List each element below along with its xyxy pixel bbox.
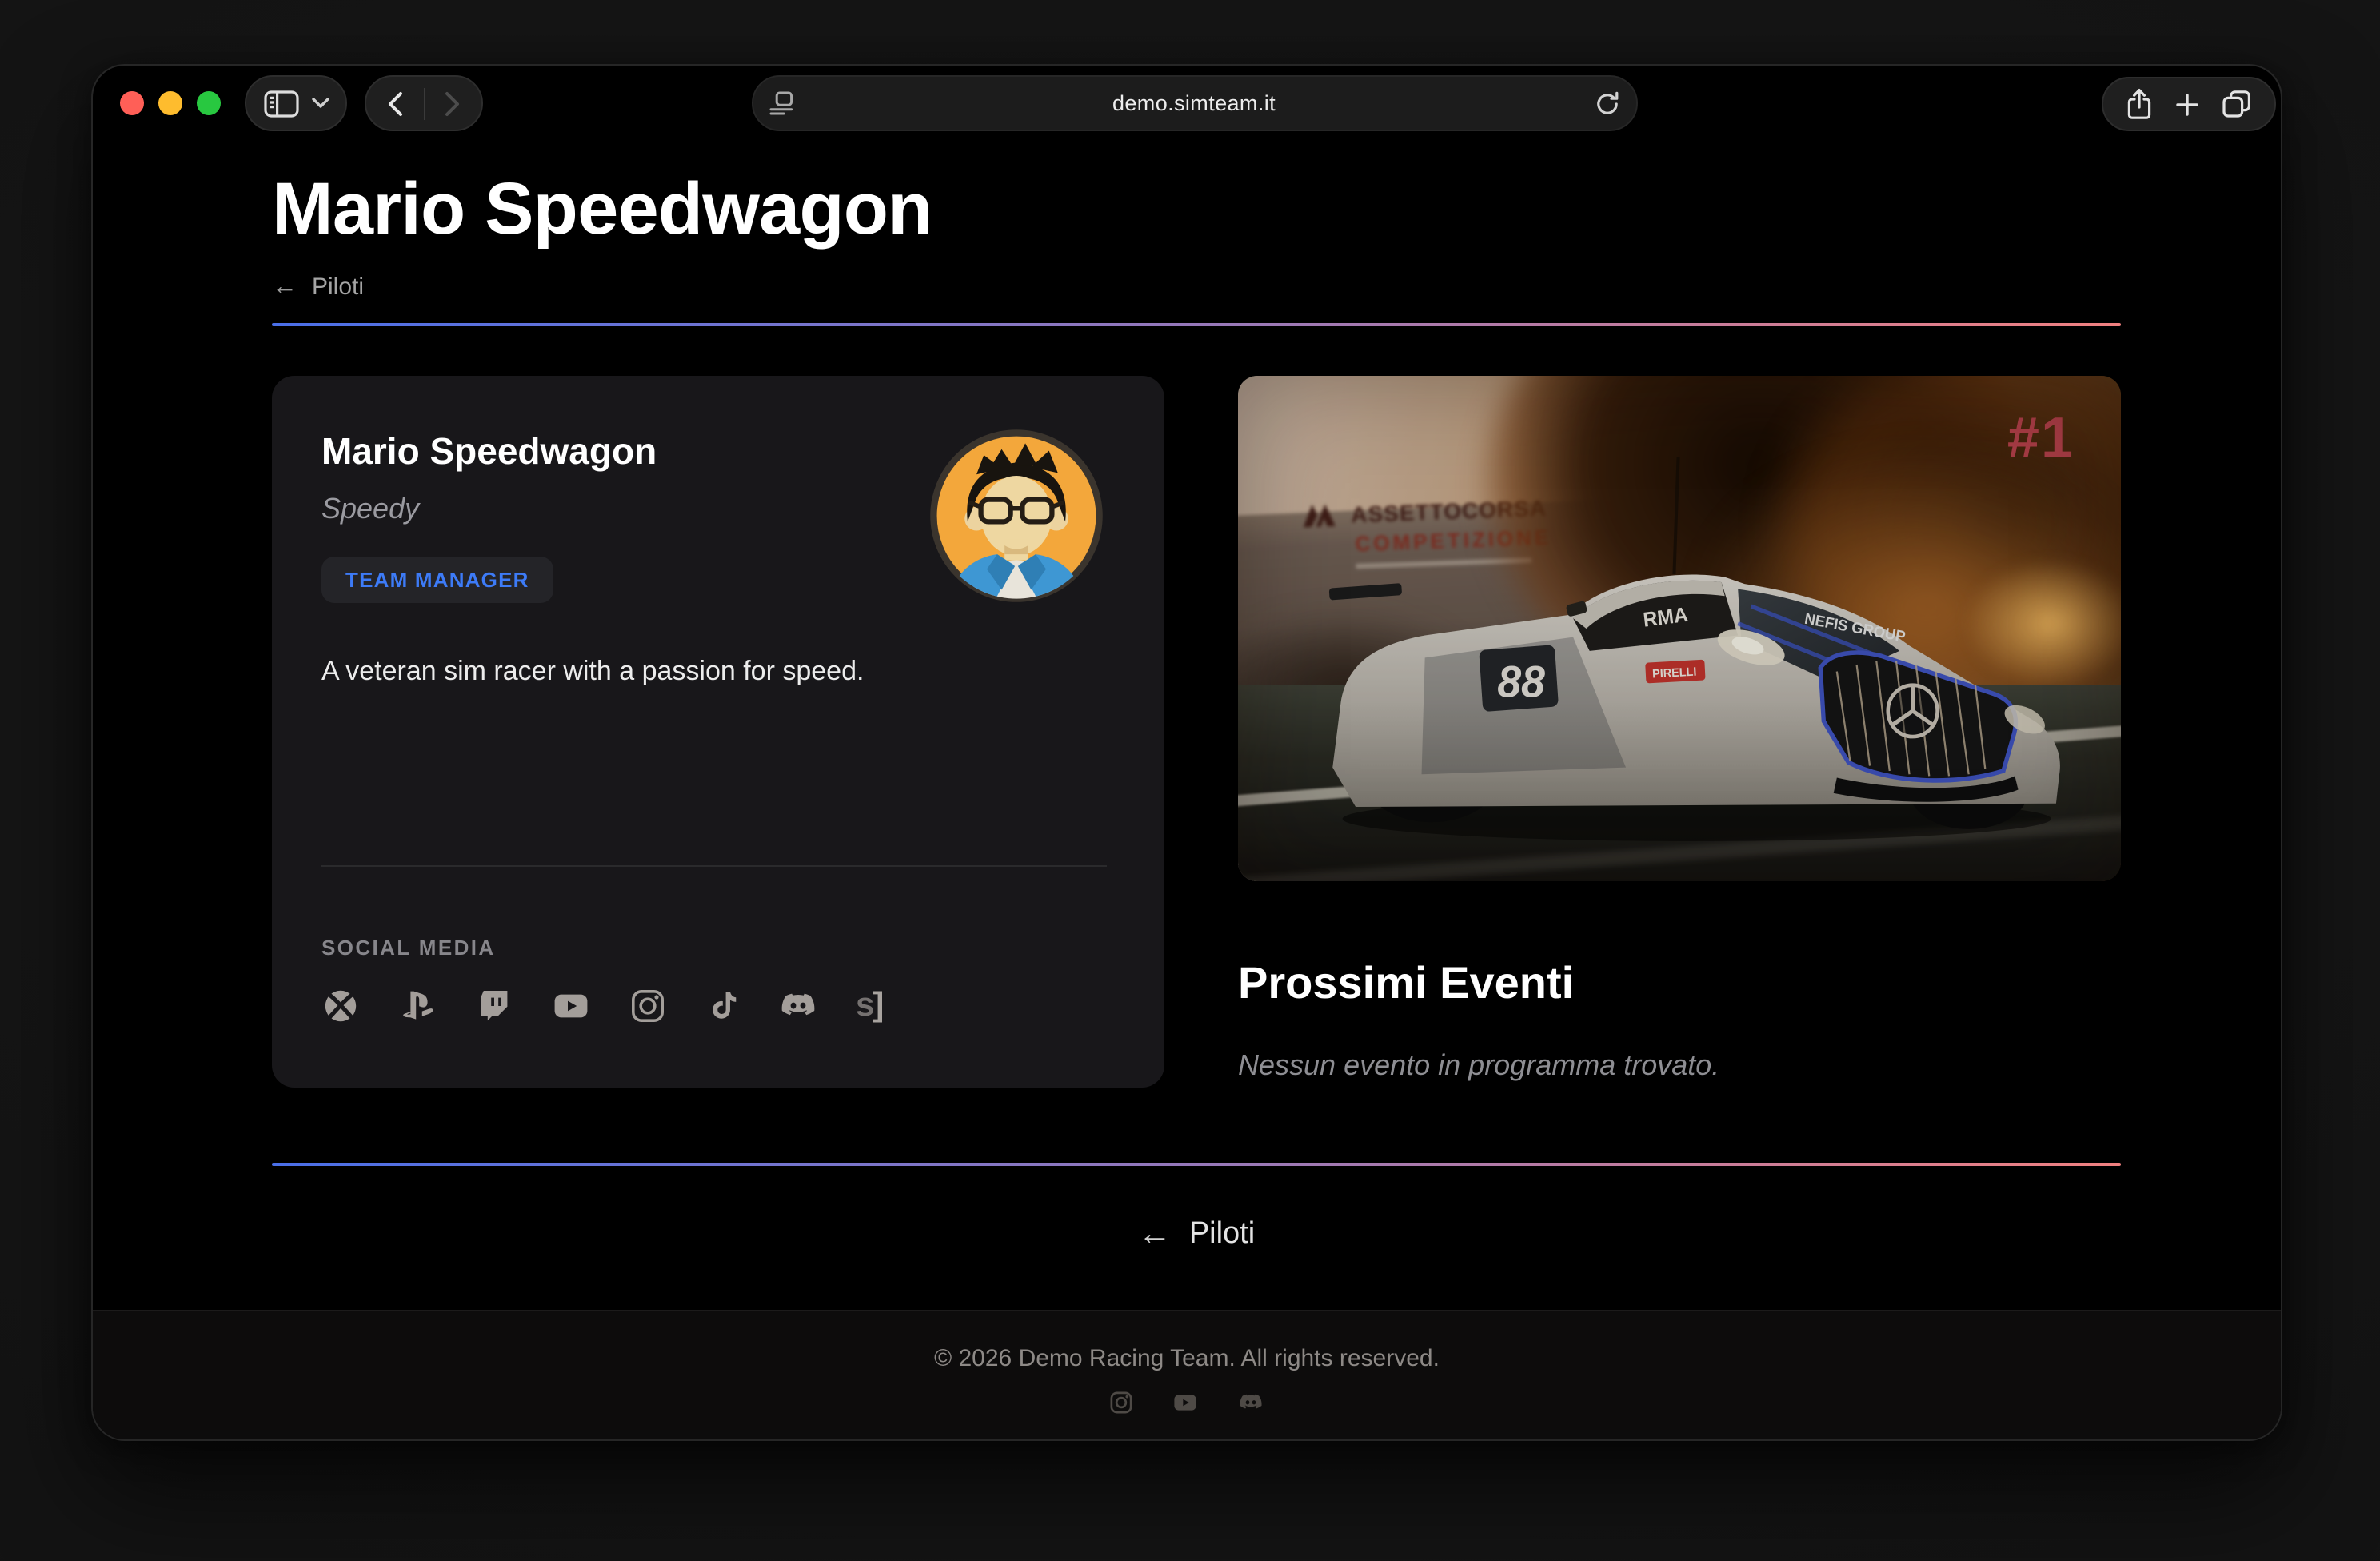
tiktok-icon[interactable] — [704, 987, 741, 1025]
bottom-back-to-piloti-link[interactable]: ← Piloti — [272, 1216, 2121, 1254]
discord-icon[interactable] — [1236, 1390, 1265, 1415]
gradient-divider-bottom — [272, 1163, 2121, 1166]
desktop: demo.simteam.it — [0, 0, 2380, 1561]
page-content: Mario Speedwagon ← Piloti Mario Speedwag… — [272, 66, 2121, 1254]
social-media-heading: SOCIAL MEDIA — [321, 936, 1107, 960]
instagram-icon[interactable] — [1108, 1390, 1134, 1415]
youtube-icon[interactable] — [1171, 1390, 1200, 1415]
left-arrow-icon: ← — [272, 274, 298, 300]
back-link-label: Piloti — [312, 270, 364, 304]
photo-vignette — [1238, 376, 2121, 881]
browser-window: demo.simteam.it — [91, 64, 2282, 1441]
share-icon[interactable] — [2126, 88, 2153, 120]
discord-icon[interactable] — [777, 987, 819, 1025]
xbox-icon[interactable] — [321, 987, 360, 1025]
social-media-links: s] — [321, 987, 1107, 1025]
twitch-icon[interactable] — [475, 987, 513, 1025]
zoom-window-button[interactable] — [197, 91, 221, 115]
back-to-piloti-link[interactable]: ← Piloti — [272, 270, 2121, 304]
page-title: Mario Speedwagon — [272, 168, 2121, 248]
tab-overview-icon[interactable] — [2222, 90, 2252, 118]
driver-bio: A veteran sim racer with a passion for s… — [321, 656, 1107, 688]
card-divider — [321, 865, 1107, 867]
toolbar-actions — [2102, 77, 2276, 131]
youtube-icon[interactable] — [550, 987, 592, 1025]
hero-photo: ASSETTOCORSA COMPETIZIONE — [1238, 376, 2121, 881]
events-empty-message: Nessun evento in programma trovato. — [1238, 1049, 2121, 1083]
minimize-window-button[interactable] — [158, 91, 182, 115]
driver-profile-card: Mario Speedwagon Speedy TEAM MANAGER A v… — [272, 376, 1164, 1088]
copyright-text: © 2026 Demo Racing Team. All rights rese… — [93, 1311, 2281, 1372]
left-arrow-icon: ← — [1138, 1216, 1172, 1254]
window-controls — [120, 91, 221, 115]
playstation-icon[interactable] — [397, 987, 438, 1025]
close-window-button[interactable] — [120, 91, 144, 115]
simgrid-icon[interactable]: s] — [856, 987, 882, 1025]
gradient-divider-top — [272, 323, 2121, 326]
right-column: ASSETTOCORSA COMPETIZIONE — [1238, 376, 2121, 1088]
bottom-back-label: Piloti — [1189, 1217, 1255, 1252]
new-tab-icon[interactable] — [2175, 92, 2199, 116]
content-grid: Mario Speedwagon Speedy TEAM MANAGER A v… — [272, 376, 2121, 1088]
site-footer: © 2026 Demo Racing Team. All rights rese… — [93, 1310, 2281, 1439]
avatar — [928, 427, 1105, 605]
footer-social-links — [93, 1390, 2281, 1415]
events-heading: Prossimi Eventi — [1238, 958, 2121, 1009]
role-badge: TEAM MANAGER — [321, 557, 553, 603]
instagram-icon[interactable] — [629, 987, 667, 1025]
